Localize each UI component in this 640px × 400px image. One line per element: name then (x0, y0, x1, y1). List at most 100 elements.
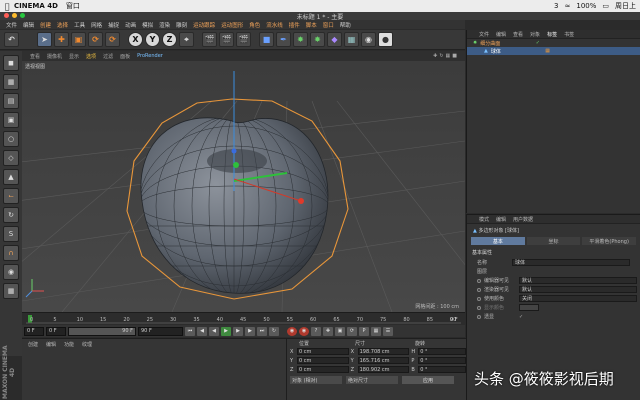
menu-item[interactable]: 角色 (249, 21, 260, 29)
position-y-field[interactable]: 0 cm (296, 357, 349, 364)
size-y-field[interactable]: 165.716 cm (357, 357, 410, 364)
viewport-3d[interactable]: 透视视图 网格间距 : 100 cm (22, 61, 465, 312)
minimize-window-icon[interactable] (12, 13, 17, 18)
menu-item[interactable]: 运动跟踪 (193, 21, 215, 29)
menu-item[interactable]: 脚本 (306, 21, 317, 29)
snap-icon[interactable]: S (3, 226, 19, 242)
display-color-swatch[interactable] (519, 304, 539, 311)
timeline-menu-icon[interactable]: ☰ (383, 326, 393, 336)
name-field[interactable]: 球体 (512, 259, 630, 266)
menu-item[interactable]: 渲染 (159, 21, 170, 29)
next-frame-icon[interactable]: ▶ (233, 326, 243, 336)
xray-checkbox[interactable]: ✓ (519, 314, 523, 320)
pen-icon[interactable]: ✒ (276, 32, 291, 47)
menu-item[interactable]: 雕刻 (176, 21, 187, 29)
y-axis-lock-icon[interactable]: Y (145, 32, 160, 47)
next-key-icon[interactable]: ▶ (245, 326, 255, 336)
subdivision-icon[interactable]: ✸ (293, 32, 308, 47)
preview-range-slider[interactable]: 90 F (68, 326, 136, 336)
object-menu-tags[interactable]: 标签 (547, 31, 557, 38)
scene-floor-icon[interactable]: ▦ (344, 32, 359, 47)
menu-item[interactable]: 窗口 (323, 21, 334, 29)
x-axis-lock-icon[interactable]: X (128, 32, 143, 47)
menu-item[interactable]: 模拟 (142, 21, 153, 29)
viewport-menu-filter[interactable]: 过滤 (103, 53, 113, 60)
viewport-menu-options[interactable]: 选项 (86, 53, 96, 60)
clock-text[interactable]: 周日上 (615, 1, 636, 11)
apply-button[interactable]: 应用 (402, 376, 454, 384)
app-name[interactable]: CINEMA 4D (14, 2, 58, 10)
prev-frame-icon[interactable]: ◀ (209, 326, 219, 336)
material-menu-function[interactable]: 功能 (64, 341, 74, 348)
object-row-sphere[interactable]: ▲ 球体 ▦ (467, 47, 640, 55)
size-z-field[interactable]: 180.902 cm (357, 366, 410, 373)
loop-icon[interactable]: ↻ (269, 326, 279, 336)
mac-menu-window[interactable]: 窗口 (66, 1, 80, 11)
select-arrow-icon[interactable]: ➤ (37, 32, 52, 47)
editor-visible-dropdown[interactable]: 默认 (519, 277, 637, 284)
use-color-dropdown[interactable]: 关闭 (519, 295, 637, 302)
zoom-window-icon[interactable] (20, 13, 25, 18)
z-axis-lock-icon[interactable]: Z (162, 32, 177, 47)
animate-dot-icon[interactable] (477, 278, 481, 283)
prev-key-icon[interactable]: ◀ (197, 326, 207, 336)
attr-menu-edit[interactable]: 编辑 (496, 216, 506, 223)
menu-item[interactable]: 动画 (125, 21, 136, 29)
magnet-icon[interactable]: ∩ (3, 245, 19, 261)
close-window-icon[interactable] (4, 13, 9, 18)
viewport-menu-cameras[interactable]: 摄像机 (47, 53, 62, 60)
attr-menu-user-data[interactable]: 用户数据 (513, 216, 533, 223)
light-icon[interactable]: ● (378, 32, 393, 47)
object-menu-objects[interactable]: 对象 (530, 31, 540, 38)
workplane-icon[interactable]: ▤ (3, 93, 19, 109)
max-frame-field[interactable]: 90 F (138, 326, 183, 336)
viewport-menu-prorender[interactable]: ProRender (137, 53, 163, 59)
menu-item[interactable]: 捕捉 (108, 21, 119, 29)
menu-item[interactable]: 插件 (289, 21, 300, 29)
texture-mode-icon[interactable]: ▦ (3, 74, 19, 90)
object-menu-file[interactable]: 文件 (479, 31, 489, 38)
tab-basic[interactable]: 基本 (471, 237, 525, 245)
material-menu-edit[interactable]: 编辑 (46, 341, 56, 348)
render-picture-viewer-icon[interactable]: 🎬 (219, 32, 234, 47)
tweak-mode-icon[interactable]: ↻ (3, 207, 19, 223)
object-menu-edit[interactable]: 编辑 (496, 31, 506, 38)
battery-icon[interactable]: ▭ (602, 2, 609, 10)
visibility-check-icon[interactable]: ✓ (536, 40, 540, 46)
menu-item[interactable]: 选择 (57, 21, 68, 29)
polygons-mode-icon[interactable]: ▲ (3, 169, 19, 185)
menu-item[interactable]: 流水线 (266, 21, 283, 29)
menu-item[interactable]: 网格 (91, 21, 102, 29)
rotation-key-icon[interactable]: ⟳ (347, 326, 357, 336)
wifi-icon[interactable]: ≈ (564, 2, 570, 10)
animate-dot-icon[interactable] (477, 287, 481, 292)
deformer-icon[interactable]: ◆ (327, 32, 342, 47)
material-menu-create[interactable]: 创建 (28, 341, 38, 348)
attr-menu-mode[interactable]: 模式 (479, 216, 489, 223)
menu-item[interactable]: 编辑 (23, 21, 34, 29)
rotate-icon[interactable]: ⟳ (88, 32, 103, 47)
recent-tool-icon[interactable]: ⟳ (105, 32, 120, 47)
animate-dot-icon[interactable] (477, 305, 481, 310)
grid-icon[interactable]: ▦ (3, 283, 19, 299)
material-menu-texture[interactable]: 纹理 (82, 341, 92, 348)
menu-item[interactable]: 创建 (40, 21, 51, 29)
gizmo-blue-point[interactable] (231, 148, 237, 154)
viewport-menu-view[interactable]: 查看 (30, 53, 40, 60)
timeline[interactable]: 0 5 10 15 20 25 30 35 40 45 50 55 60 65 70 75 80 85 90 0 F (22, 312, 465, 325)
gizmo-green-point[interactable] (233, 162, 239, 168)
rotation-p-field[interactable]: 0 ° (418, 357, 466, 364)
points-mode-icon[interactable]: ○ (3, 131, 19, 147)
x-axis-end-point[interactable] (298, 198, 304, 204)
menu-item[interactable]: 运动图形 (221, 21, 243, 29)
position-key-icon[interactable]: ✚ (323, 326, 333, 336)
rotation-h-field[interactable]: 0 ° (418, 348, 466, 355)
keyframe-selection-icon[interactable]: ? (311, 326, 321, 336)
cloner-icon[interactable]: ✸ (310, 32, 325, 47)
object-menu-view[interactable]: 查看 (513, 31, 523, 38)
render-view-icon[interactable]: 🎬 (202, 32, 217, 47)
autokey-icon[interactable]: ◉ (299, 326, 309, 336)
menu-item[interactable]: 文件 (6, 21, 17, 29)
viewport-menu-display[interactable]: 显示 (69, 53, 79, 60)
axis-mode-icon[interactable]: ⌙ (3, 188, 19, 204)
